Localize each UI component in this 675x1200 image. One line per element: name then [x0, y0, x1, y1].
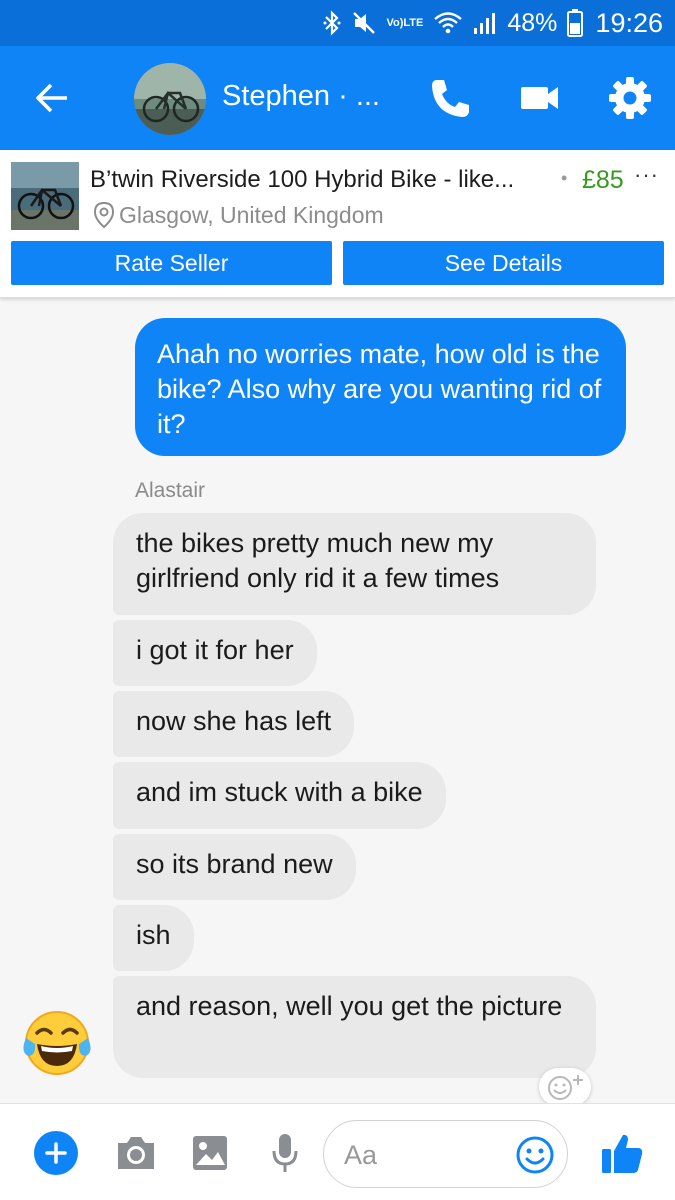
marketplace-listing: B’twin Riverside 100 Hybrid Bike - like.… [0, 150, 675, 298]
microphone-icon [272, 1134, 298, 1172]
emoji-icon [516, 1136, 554, 1174]
settings-button[interactable] [606, 74, 654, 122]
listing-price: £85 [582, 166, 624, 194]
bluetooth-icon [323, 10, 341, 36]
bike-photo-icon [134, 63, 206, 135]
volte-label: Vo) [386, 16, 404, 29]
listing-more-button[interactable]: ··· [634, 162, 659, 188]
camera-icon [118, 1137, 154, 1169]
contact-avatar[interactable] [134, 63, 206, 135]
video-camera-icon [521, 87, 558, 109]
incoming-message[interactable]: and im stuck with a bike [113, 762, 446, 829]
location-pin-icon [93, 201, 115, 229]
incoming-message[interactable]: i got it for her [113, 620, 317, 686]
bike-photo-icon [11, 162, 79, 230]
battery-icon [567, 9, 584, 37]
signal-icon [473, 11, 497, 35]
listing-separator: • [561, 168, 568, 188]
volte-indicator: Vo) LTE [386, 16, 424, 29]
status-clock: 19:26 [595, 7, 663, 38]
listing-title[interactable]: B’twin Riverside 100 Hybrid Bike - like.… [90, 166, 545, 194]
video-call-button[interactable] [516, 76, 564, 120]
outgoing-message[interactable]: Ahah no worries mate, how old is the bik… [135, 318, 626, 456]
message-input-wrapper [323, 1120, 568, 1188]
voice-message-button[interactable] [270, 1131, 300, 1175]
gallery-button[interactable] [191, 1134, 229, 1172]
conversation-header: Stephen · ... [0, 46, 675, 150]
plus-icon [45, 1142, 67, 1164]
mute-icon [351, 10, 377, 36]
sender-name: Alastair [135, 479, 206, 502]
incoming-message[interactable]: so its brand new [113, 834, 356, 900]
wifi-icon [433, 11, 463, 35]
listing-location: Glasgow, United Kingdom [93, 201, 384, 229]
back-button[interactable] [30, 76, 74, 120]
see-details-button[interactable]: See Details [343, 241, 664, 285]
back-arrow-icon [36, 83, 67, 113]
camera-button[interactable] [114, 1133, 158, 1173]
battery-percent: 48% [507, 8, 558, 37]
location-text: Glasgow, United Kingdom [119, 201, 384, 228]
image-icon [193, 1136, 227, 1170]
lte-label: LTE [403, 16, 424, 29]
add-reaction-icon [548, 1075, 583, 1100]
more-actions-button[interactable] [34, 1131, 78, 1175]
tears-of-joy-emoji-icon [22, 1008, 92, 1078]
voice-call-button[interactable] [428, 76, 472, 120]
rate-seller-button[interactable]: Rate Seller [11, 241, 332, 285]
like-button[interactable] [600, 1131, 644, 1175]
message-composer [0, 1103, 675, 1200]
emoji-button[interactable] [515, 1135, 555, 1175]
incoming-message[interactable]: ish [113, 905, 194, 971]
gear-icon [609, 77, 651, 119]
status-bar: Vo) LTE 48% 19:26 [0, 0, 675, 46]
incoming-message[interactable]: and reason, well you get the picture [113, 976, 596, 1078]
incoming-message[interactable]: now she has left [113, 691, 355, 757]
add-reaction-button[interactable] [539, 1068, 591, 1106]
listing-thumbnail[interactable] [11, 162, 79, 230]
contact-name[interactable]: Stephen · ... [222, 80, 380, 113]
phone-icon [432, 80, 469, 117]
thumbs-up-icon [602, 1134, 643, 1173]
incoming-message[interactable]: the bikes pretty much new my girlfriend … [113, 513, 596, 615]
message-input[interactable] [344, 1137, 504, 1173]
